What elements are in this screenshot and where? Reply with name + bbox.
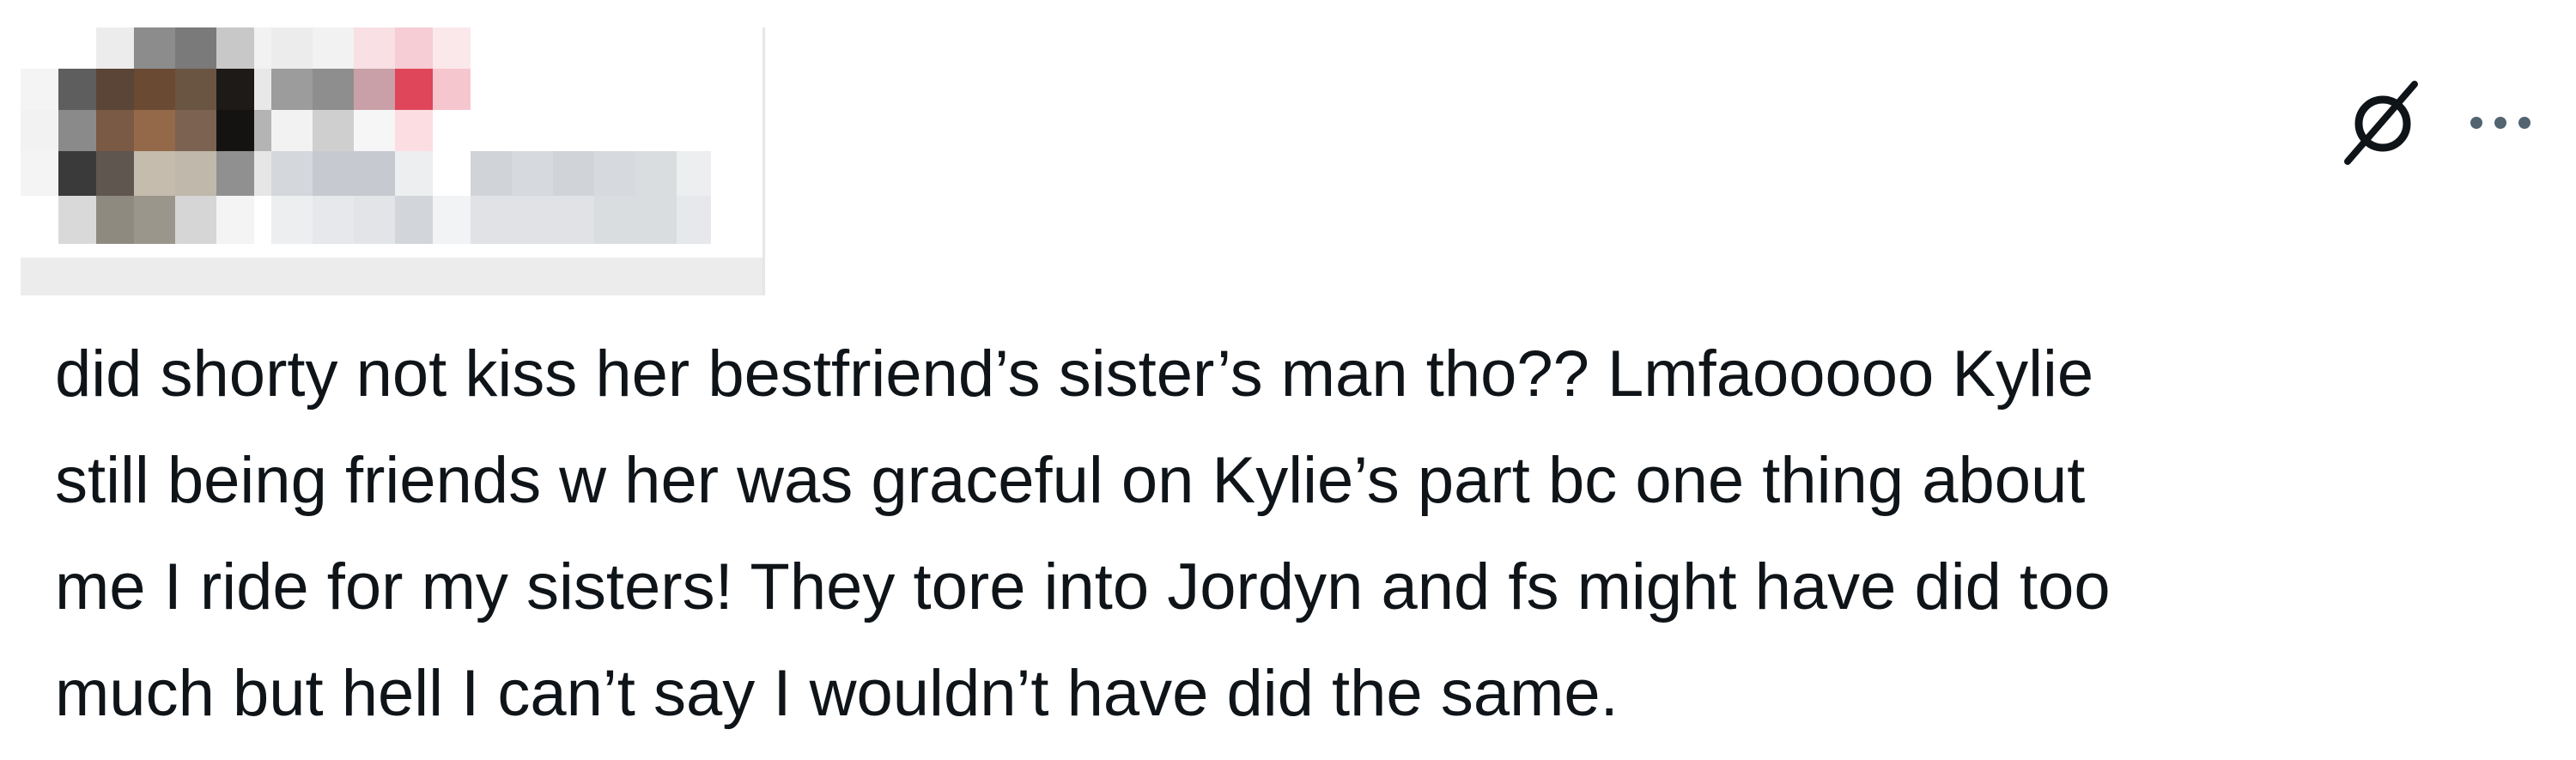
- ellipsis-glyph: [2470, 117, 2530, 129]
- more-options-icon[interactable]: [2466, 110, 2535, 136]
- pixelated-user-header[interactable]: [21, 27, 765, 295]
- grok-slashed-circle-icon[interactable]: [2336, 77, 2430, 172]
- tweet-body-text: did shorty not kiss her bestfriend’s sis…: [55, 337, 2111, 730]
- grok-slashed-circle-glyph: [2344, 81, 2418, 165]
- tweet-post: did shorty not kiss her bestfriend’s sis…: [0, 0, 2576, 760]
- pixelated-avatar-image: [21, 27, 762, 295]
